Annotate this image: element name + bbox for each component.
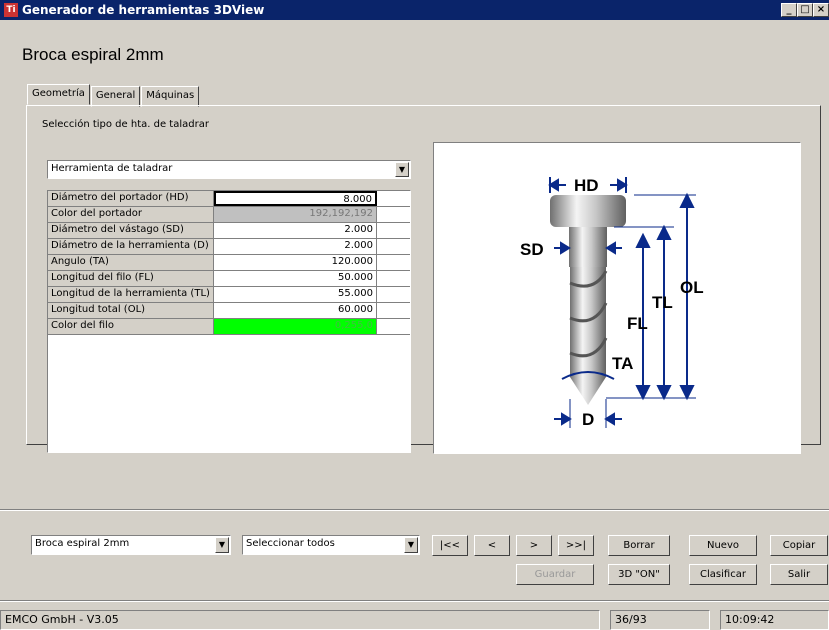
tool-select-value: Broca espiral 2mm — [35, 538, 130, 549]
tool-diagram-frame: HD SD OL TL FL TA D — [433, 142, 801, 454]
status-time: 10:09:42 — [720, 610, 829, 630]
tool-type-value: Herramienta de taladrar — [51, 163, 173, 174]
drill-tip — [570, 377, 606, 405]
tool-select[interactable]: Broca espiral 2mm ▼ — [31, 535, 231, 555]
label-ol: OL — [680, 278, 704, 297]
close-button[interactable]: × — [813, 3, 829, 17]
param-label: Longitud total (OL) — [48, 303, 214, 318]
param-row[interactable]: Longitud total (OL) 60.000 — [48, 303, 410, 319]
sort-button[interactable]: Clasificar — [689, 564, 757, 585]
tool-type-label: Selección tipo de hta. de taladrar — [42, 119, 209, 130]
param-value[interactable]: 2.000 — [214, 239, 377, 254]
label-hd: HD — [574, 176, 599, 195]
param-label: Diámetro del portador (HD) — [48, 191, 214, 206]
label-sd: SD — [520, 240, 544, 259]
status-spacer — [600, 610, 610, 630]
param-row[interactable]: Longitud de la herramienta (TL) 55.000 — [48, 287, 410, 303]
window-controls: _ □ × — [781, 3, 829, 17]
param-value[interactable]: 0,255,0 — [214, 319, 377, 334]
tab-geometria[interactable]: Geometría — [27, 84, 90, 105]
param-value[interactable]: 50.000 — [214, 271, 377, 286]
copy-button[interactable]: Copiar — [770, 535, 828, 556]
tab-strip: Geometría General Máquinas — [27, 84, 200, 107]
param-row[interactable]: Angulo (TA) 120.000 — [48, 255, 410, 271]
param-row[interactable]: Longitud del filo (FL) 50.000 — [48, 271, 410, 287]
separator — [0, 509, 829, 511]
filter-select[interactable]: Seleccionar todos ▼ — [242, 535, 420, 555]
exit-button[interactable]: Salir — [770, 564, 828, 585]
tool-name-heading: Broca espiral 2mm — [22, 45, 164, 64]
holder-shape — [550, 195, 626, 227]
filter-select-value: Seleccionar todos — [246, 538, 335, 549]
param-row[interactable]: Color del filo 0,255,0 — [48, 319, 410, 335]
parameter-grid: Diámetro del portador (HD) 8.000 Color d… — [47, 190, 411, 453]
3d-on-button[interactable]: 3D "ON" — [608, 564, 670, 585]
app-icon: Ti — [4, 3, 18, 17]
param-value[interactable]: 60.000 — [214, 303, 377, 318]
next-record-button[interactable]: > — [516, 535, 552, 556]
label-fl: FL — [627, 314, 648, 333]
label-ta: TA — [612, 354, 633, 373]
param-row[interactable]: Color del portador 192,192,192 — [48, 207, 410, 223]
new-button[interactable]: Nuevo — [689, 535, 757, 556]
param-label: Longitud del filo (FL) — [48, 271, 214, 286]
param-label: Color del portador — [48, 207, 214, 222]
param-label: Diámetro de la herramienta (D) — [48, 239, 214, 254]
shank-shape — [569, 227, 607, 267]
title-bar: Ti Generador de herramientas 3DView _ □ … — [0, 0, 829, 20]
param-label: Longitud de la herramienta (TL) — [48, 287, 214, 302]
tab-maquinas[interactable]: Máquinas — [141, 86, 200, 107]
param-label: Angulo (TA) — [48, 255, 214, 270]
status-spacer — [710, 610, 720, 630]
param-value[interactable]: 120.000 — [214, 255, 377, 270]
status-bar: EMCO GmbH - V3.05 36/93 10:09:42 — [0, 610, 829, 630]
param-value[interactable]: 55.000 — [214, 287, 377, 302]
chevron-down-icon[interactable]: ▼ — [215, 537, 229, 553]
param-value-input[interactable]: 8.000 — [214, 191, 377, 206]
chevron-down-icon[interactable]: ▼ — [404, 537, 418, 553]
tool-type-select[interactable]: Herramienta de taladrar ▼ — [47, 160, 411, 179]
chevron-down-icon[interactable]: ▼ — [395, 162, 409, 177]
first-record-button[interactable]: |<< — [432, 535, 468, 556]
tab-general[interactable]: General — [90, 86, 141, 107]
maximize-button[interactable]: □ — [797, 3, 813, 17]
separator — [0, 600, 829, 602]
save-button[interactable]: Guardar — [516, 564, 594, 585]
status-record-count: 36/93 — [610, 610, 710, 630]
window-title: Generador de herramientas 3DView — [22, 3, 265, 17]
param-row[interactable]: Diámetro del vástago (SD) 2.000 — [48, 223, 410, 239]
param-row[interactable]: Diámetro de la herramienta (D) 2.000 — [48, 239, 410, 255]
param-value[interactable]: 2.000 — [214, 223, 377, 238]
drill-diagram: HD SD OL TL FL TA D — [520, 176, 704, 429]
param-label: Diámetro del vástago (SD) — [48, 223, 214, 238]
param-row[interactable]: Diámetro del portador (HD) 8.000 — [48, 191, 410, 207]
label-d: D — [582, 410, 594, 429]
param-label: Color del filo — [48, 319, 214, 334]
label-tl: TL — [652, 293, 673, 312]
status-company: EMCO GmbH - V3.05 — [0, 610, 600, 630]
last-record-button[interactable]: >>| — [558, 535, 594, 556]
param-value[interactable]: 192,192,192 — [214, 207, 377, 222]
minimize-button[interactable]: _ — [781, 3, 797, 17]
delete-button[interactable]: Borrar — [608, 535, 670, 556]
previous-record-button[interactable]: < — [474, 535, 510, 556]
